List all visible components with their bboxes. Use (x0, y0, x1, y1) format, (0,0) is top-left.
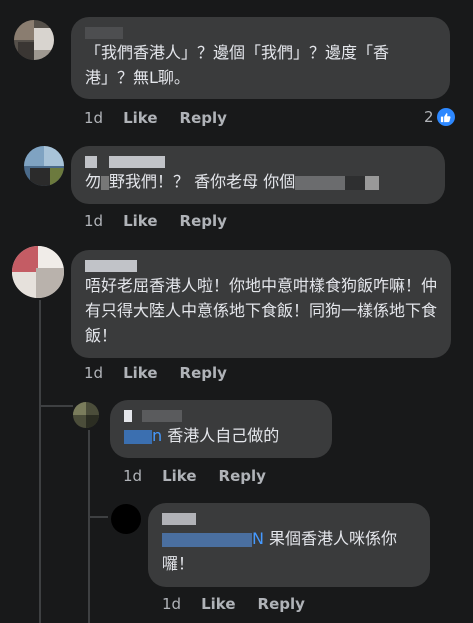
avatar[interactable] (12, 246, 64, 298)
comment-actions: 1d Like Reply (84, 212, 249, 230)
reply-time[interactable]: 1d (123, 467, 142, 485)
like-button[interactable]: Like (201, 595, 235, 613)
mentioned-user[interactable]: N (252, 529, 264, 548)
avatar[interactable] (14, 20, 54, 60)
reply-button[interactable]: Reply (219, 467, 266, 485)
like-button[interactable]: Like (123, 364, 157, 382)
commenter-name[interactable] (162, 511, 416, 526)
comment-actions: 1d Like Reply (84, 109, 249, 127)
comment-text: 勿野我們！？ 香你老母 你個 (85, 169, 431, 194)
comment-bubble: 「我們香港人」？邊個「我們」？邊度「香港」？無L聊。 (71, 17, 450, 99)
commenter-name[interactable] (85, 154, 431, 169)
comment-text: 「我們香港人」？邊個「我們」？邊度「香港」？無L聊。 (85, 43, 390, 87)
reply-button[interactable]: Reply (180, 109, 227, 127)
reply-button[interactable]: Reply (258, 595, 305, 613)
commenter-name[interactable] (124, 408, 318, 423)
comment-text: 唔好老屈香港人啦！你地中意咁樣食狗飯咋嘛！仲有只得大陸人中意係地下食飯！同狗一樣… (85, 276, 438, 345)
reply-bubble: n 香港人自己做的 (110, 400, 332, 458)
comment-time[interactable]: 1d (84, 109, 103, 127)
comment-time[interactable]: 1d (84, 212, 103, 230)
pixelated-word (101, 175, 110, 190)
comment-actions: 1d Like Reply (84, 364, 249, 382)
reply-bubble: N 果個香港人咪係你囉！ (148, 503, 430, 587)
pixelated-word (295, 175, 346, 190)
like-button[interactable]: Like (162, 467, 196, 485)
reply-text: n 香港人自己做的 (124, 423, 318, 448)
comment-time[interactable]: 1d (84, 364, 103, 382)
comment-bubble: 勿野我們！？ 香你老母 你個 (71, 146, 445, 204)
thread-line (39, 300, 41, 623)
commenter-name[interactable] (85, 258, 437, 273)
reply-button[interactable]: Reply (180, 364, 227, 382)
like-icon (436, 108, 455, 126)
mentioned-user[interactable]: n (152, 426, 162, 445)
commenter-name[interactable] (85, 25, 436, 40)
reply-time[interactable]: 1d (162, 595, 181, 613)
reply-actions: 1d Like Reply (162, 595, 327, 613)
like-button[interactable]: Like (123, 212, 157, 230)
reaction-count[interactable]: 2 (424, 108, 455, 126)
thread-branch-nested (88, 516, 108, 518)
reply-actions: 1d Like Reply (123, 467, 288, 485)
thread-line-nested (88, 430, 90, 623)
reply-text: N 果個香港人咪係你囉！ (162, 529, 398, 573)
avatar[interactable] (73, 402, 99, 428)
reply-button[interactable]: Reply (180, 212, 227, 230)
like-button[interactable]: Like (123, 109, 157, 127)
avatar[interactable] (24, 146, 64, 186)
comment-bubble: 唔好老屈香港人啦！你地中意咁樣食狗飯咋嘛！仲有只得大陸人中意係地下食飯！同狗一樣… (71, 250, 451, 358)
thread-branch (39, 405, 73, 407)
avatar[interactable] (111, 504, 141, 534)
